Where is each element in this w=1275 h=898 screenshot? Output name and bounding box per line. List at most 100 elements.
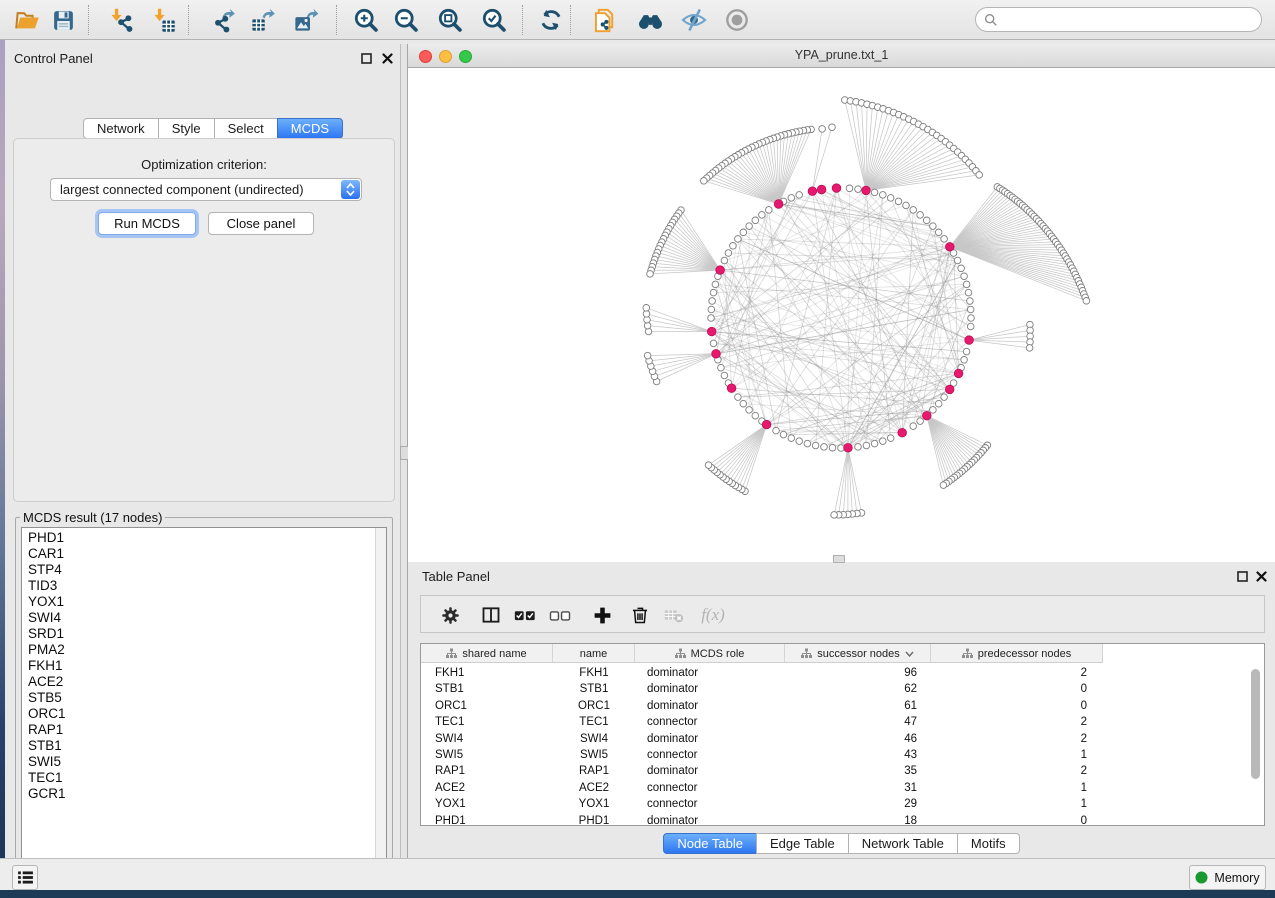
column-label: MCDS role [691, 648, 745, 660]
mcds-result-item[interactable]: PMA2 [22, 642, 386, 658]
network-window-titlebar[interactable]: YPA_prune.txt_1 [408, 44, 1275, 68]
table-row[interactable]: YOX1YOX1connector291 [421, 796, 1264, 812]
memory-label: Memory [1214, 871, 1259, 885]
delete-column-trash-icon[interactable] [624, 599, 656, 631]
tab-select[interactable]: Select [214, 118, 278, 139]
toolbar-separator [88, 5, 89, 35]
table-row[interactable]: ACE2ACE2connector311 [421, 780, 1264, 796]
mcds-result-item[interactable]: RAP1 [22, 722, 386, 738]
tab-edge-table[interactable]: Edge Table [756, 833, 849, 854]
table-header-row: shared namename MCDS role successor nodes p… [421, 644, 1103, 663]
table-row[interactable]: PHD1PHD1dominator180 [421, 813, 1264, 829]
close-table-panel-icon[interactable] [1255, 570, 1268, 583]
column-header-predecessor-nodes[interactable]: predecessor nodes [931, 644, 1103, 663]
hide-selection-icon[interactable] [678, 4, 710, 36]
select-all-icon[interactable] [509, 599, 541, 631]
mcds-result-item[interactable]: STP4 [22, 562, 386, 578]
mcds-result-item[interactable]: ORC1 [22, 706, 386, 722]
table-row[interactable]: FKH1FKH1dominator962 [421, 665, 1264, 681]
horizontal-splitter-handle[interactable] [833, 555, 845, 563]
deselect-all-icon[interactable] [544, 599, 576, 631]
mcds-result-list[interactable]: PHD1CAR1STP4TID3YOX1SWI4SRD1PMA2FKH1ACE2… [21, 527, 387, 875]
table-row[interactable]: RAP1RAP1dominator352 [421, 763, 1264, 779]
column-label: predecessor nodes [978, 648, 1072, 660]
column-header-MCDS-role[interactable]: MCDS role [635, 644, 785, 663]
table-cell: dominator [635, 665, 785, 681]
network-view[interactable] [408, 68, 1275, 562]
mcds-result-item[interactable]: STB5 [22, 690, 386, 706]
table-row[interactable]: SWI4SWI4dominator462 [421, 731, 1264, 747]
table-cell: 29 [785, 796, 931, 812]
table-row[interactable]: STB1STB1dominator620 [421, 681, 1264, 697]
import-network-icon[interactable] [104, 4, 136, 36]
mcds-result-item[interactable]: PHD1 [22, 528, 386, 546]
mcds-result-item[interactable]: YOX1 [22, 594, 386, 610]
mcds-result-item[interactable]: GCR1 [22, 786, 386, 802]
mcds-result-item[interactable]: SWI4 [22, 610, 386, 626]
import-table-icon[interactable] [147, 4, 179, 36]
column-header-shared-name[interactable]: shared name [421, 644, 553, 663]
column-header-name[interactable]: name [553, 644, 635, 663]
show-column-selector-icon[interactable] [475, 599, 507, 631]
search-input[interactable] [998, 12, 1261, 27]
tab-network[interactable]: Network [83, 118, 159, 139]
create-column-icon[interactable] [586, 599, 618, 631]
mcds-result-item[interactable]: SRD1 [22, 626, 386, 642]
run-mcds-button[interactable]: Run MCDS [98, 212, 196, 235]
tab-network-table[interactable]: Network Table [848, 833, 958, 854]
mcds-result-item[interactable]: SWI5 [22, 754, 386, 770]
table-scrollbar-thumb[interactable] [1251, 669, 1260, 779]
status-bar: Memory [0, 858, 1275, 890]
table-row[interactable]: SWI5SWI5connector431 [421, 747, 1264, 763]
table-row[interactable]: TEC1TEC1connector472 [421, 714, 1264, 730]
memory-button[interactable]: Memory [1189, 865, 1266, 890]
network-graph[interactable] [408, 68, 1275, 562]
table-settings-gear-icon[interactable] [434, 599, 466, 631]
criterion-label: Optimization criterion: [14, 157, 394, 172]
list-scrollbar-track[interactable] [375, 528, 386, 874]
close-panel-icon[interactable] [381, 52, 394, 65]
table-row[interactable]: ORC1ORC1dominator610 [421, 698, 1264, 714]
node-table: shared namename MCDS role successor nodes p… [420, 643, 1265, 826]
first-neighbors-icon[interactable] [634, 4, 666, 36]
export-image-icon[interactable] [289, 4, 321, 36]
mcds-result-item[interactable]: TID3 [22, 578, 386, 594]
zoom-out-icon[interactable] [390, 4, 422, 36]
table-panel-tabs: Node TableEdge TableNetwork TableMotifs [408, 833, 1275, 854]
vertical-splitter[interactable] [400, 44, 408, 858]
criterion-dropdown[interactable]: largest connected component (undirected) [50, 178, 362, 201]
search-field[interactable] [975, 7, 1262, 32]
column-header-successor-nodes[interactable]: successor nodes [785, 644, 931, 663]
float-table-panel-icon[interactable] [1236, 570, 1249, 583]
tab-node-table[interactable]: Node Table [663, 833, 757, 854]
tab-mcds[interactable]: MCDS [277, 118, 343, 139]
mcds-result-item[interactable]: TEC1 [22, 770, 386, 786]
export-network-icon[interactable] [206, 4, 238, 36]
table-scrollbar-track[interactable] [1251, 665, 1261, 823]
show-all-icon[interactable] [721, 4, 753, 36]
table-cell: 62 [785, 681, 931, 697]
float-panel-icon[interactable] [360, 52, 373, 65]
column-tree-icon [801, 648, 812, 659]
table-cell: SWI4 [553, 731, 635, 747]
save-session-icon[interactable] [47, 4, 79, 36]
refresh-icon[interactable] [535, 4, 567, 36]
open-file-icon[interactable] [11, 4, 43, 36]
mcds-result-item[interactable]: ACE2 [22, 674, 386, 690]
export-table-icon[interactable] [246, 4, 278, 36]
application-window: Control Panel NetworkStyleSelectMCDS Opt… [0, 0, 1275, 898]
mcds-result-item[interactable]: STB1 [22, 738, 386, 754]
show-panel-list-button[interactable] [12, 865, 38, 890]
table-cell: YOX1 [553, 796, 635, 812]
close-panel-button[interactable]: Close panel [208, 212, 314, 235]
new-network-from-selection-icon[interactable] [589, 4, 621, 36]
mcds-result-item[interactable]: FKH1 [22, 658, 386, 674]
tab-motifs[interactable]: Motifs [957, 833, 1020, 854]
zoom-selected-icon[interactable] [478, 4, 510, 36]
zoom-fit-icon[interactable] [434, 4, 466, 36]
zoom-in-icon[interactable] [350, 4, 382, 36]
table-cell: SWI5 [553, 747, 635, 763]
table-cell: YOX1 [421, 796, 553, 812]
mcds-result-item[interactable]: CAR1 [22, 546, 386, 562]
tab-style[interactable]: Style [158, 118, 215, 139]
